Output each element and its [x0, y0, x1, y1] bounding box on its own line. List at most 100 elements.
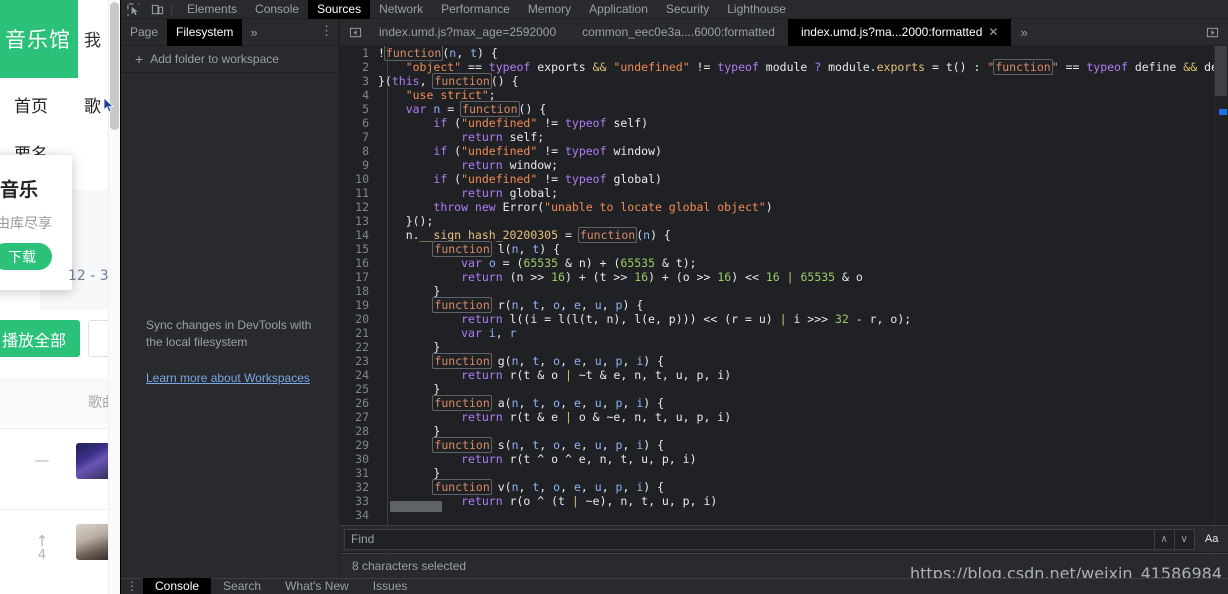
code-line: 17 return (n >> 16) + (t >> 16) + (o >> …: [340, 270, 1228, 284]
code-token: ~t & e, n, t, u, p, i): [571, 368, 732, 382]
code-token: return: [461, 410, 503, 424]
code-viewer[interactable]: 1 !function(n, t) {2 "object" == typeof e…: [340, 46, 1228, 578]
code-token: ) <<: [731, 270, 766, 284]
tab-application[interactable]: Application: [580, 0, 657, 19]
line-number: 12: [355, 200, 369, 214]
code-token: e: [573, 298, 581, 312]
code-token: r(t ^ o ^ e, n, t, u, p, i): [502, 452, 697, 466]
sources-navigator-pane: Page Filesystem » ⋮ + Add folder to work…: [121, 18, 339, 578]
code-token: var: [405, 102, 427, 116]
find-next-button[interactable]: ∨: [1174, 528, 1195, 550]
editor-tab-index-umd-formatted[interactable]: index.umd.js?ma...2000:formatted ✕: [787, 18, 1012, 46]
navigator-tab-page[interactable]: Page: [121, 19, 167, 46]
navigator-more-tabs-icon[interactable]: »: [242, 19, 265, 46]
tab-scroll-right-icon[interactable]: [1202, 23, 1222, 41]
code-token: |: [571, 494, 579, 508]
code-token: ) {: [643, 354, 665, 368]
code-line: 30 return r(t ^ o ^ e, n, t, u, p, i): [340, 452, 1228, 466]
site-tab-home[interactable]: 首页: [14, 92, 48, 117]
drawer-kebab-menu-icon[interactable]: ⋮: [121, 578, 143, 594]
line-number: 33: [355, 494, 369, 508]
code-token: throw new: [433, 200, 496, 214]
line-number: 2: [362, 60, 369, 74]
editor-vertical-scrollbar-track[interactable]: [1214, 46, 1228, 578]
code-token: function: [577, 227, 638, 243]
code-token: u: [594, 298, 602, 312]
code-token: }(: [378, 74, 392, 88]
code-line: 21 var i, r: [340, 326, 1228, 340]
play-all-button[interactable]: 播放全部: [0, 320, 80, 357]
drawer-tab-console[interactable]: Console: [143, 578, 212, 594]
code-line: 34: [340, 508, 1228, 522]
code-token: i: [488, 326, 496, 340]
code-token: ~e), n, t, u, p, i): [578, 494, 718, 508]
code-token: return: [461, 368, 503, 382]
code-token: |: [786, 270, 794, 284]
match-case-toggle[interactable]: Aa: [1199, 529, 1225, 550]
code-token: 65535: [523, 256, 559, 270]
find-previous-button[interactable]: ∧: [1154, 528, 1175, 550]
find-input[interactable]: [344, 528, 1155, 550]
song-row[interactable]: ↑ 4: [0, 509, 120, 590]
tab-lighthouse[interactable]: Lighthouse: [718, 0, 795, 19]
code-token: l(: [490, 242, 512, 256]
editor-tab-index-umd[interactable]: index.umd.js?max_age=2592000: [366, 19, 569, 46]
drawer-tab-issues[interactable]: Issues: [361, 578, 420, 594]
tab-sources[interactable]: Sources: [308, 0, 371, 19]
code-token: "use strict": [405, 88, 489, 102]
code-token: !=: [689, 60, 718, 74]
code-token: n.: [378, 228, 420, 242]
tab-memory[interactable]: Memory: [519, 0, 580, 19]
add-folder-to-workspace-button[interactable]: + Add folder to workspace: [121, 46, 339, 73]
line-number: 8: [362, 144, 369, 158]
line-number: 4: [362, 88, 369, 102]
tab-security[interactable]: Security: [657, 0, 718, 19]
code-token: module: [758, 60, 815, 74]
code-token: () {: [518, 102, 547, 116]
tab-elements[interactable]: Elements: [178, 0, 246, 19]
tab-performance[interactable]: Performance: [432, 0, 519, 19]
code-token: o & ~e, n, t, u, p, i): [571, 410, 732, 424]
code-token: module.: [821, 60, 877, 74]
site-nav-my[interactable]: 我: [84, 26, 101, 51]
source-code[interactable]: 1 !function(n, t) {2 "object" == typeof e…: [340, 46, 1228, 522]
code-token: function: [432, 395, 492, 411]
drawer-tab-whats-new[interactable]: What's New: [273, 578, 361, 594]
inspect-element-icon[interactable]: [121, 0, 145, 19]
editor-more-tabs-icon[interactable]: »: [1011, 19, 1036, 46]
mouse-cursor-icon: [104, 98, 114, 113]
promo-download-button[interactable]: 下载: [0, 243, 52, 270]
tab-scroll-left-icon[interactable]: [344, 19, 366, 46]
device-toolbar-icon[interactable]: [145, 0, 169, 19]
code-token: ,: [518, 438, 533, 452]
editor-vertical-scrollbar-thumb[interactable]: [1215, 46, 1227, 96]
screenshot-root: 音乐馆 我 首页 歌 要名 音乐 由库尽享 下载 12 - 3. 播放全部 歌曲…: [0, 0, 1228, 594]
tab-console[interactable]: Console: [246, 0, 308, 19]
navigator-tab-filesystem[interactable]: Filesystem: [167, 18, 243, 46]
close-icon[interactable]: ✕: [988, 25, 998, 39]
code-token: ,: [601, 298, 616, 312]
navigator-kebab-menu-icon[interactable]: ⋮: [320, 24, 333, 38]
site-logo[interactable]: 音乐馆: [0, 0, 78, 78]
code-line: 24 return r(t & o | ~t & e, n, t, u, p, …: [340, 368, 1228, 382]
code-token: if: [433, 172, 448, 186]
learn-more-workspaces-link[interactable]: Learn more about Workspaces: [146, 370, 316, 387]
code-line: 16 var o = (65535 & n) + (65535 & t);: [340, 256, 1228, 270]
code-token: e: [573, 480, 581, 494]
code-token: ,: [539, 354, 554, 368]
tab-network[interactable]: Network: [370, 0, 432, 19]
code-token: n: [511, 438, 519, 452]
code-token: ,: [518, 396, 533, 410]
code-token: |: [564, 410, 572, 424]
site-tab-songs[interactable]: 歌: [84, 92, 101, 117]
editor-horizontal-scrollbar-thumb[interactable]: [390, 501, 442, 512]
song-row[interactable]: —: [0, 428, 120, 509]
code-token: if: [433, 116, 448, 130]
code-token: (: [447, 116, 462, 130]
editor-tab-common-formatted[interactable]: common_eec0e3a....6000:formatted: [569, 19, 788, 46]
line-number: 34: [355, 508, 369, 522]
drawer-tab-search[interactable]: Search: [211, 578, 273, 594]
